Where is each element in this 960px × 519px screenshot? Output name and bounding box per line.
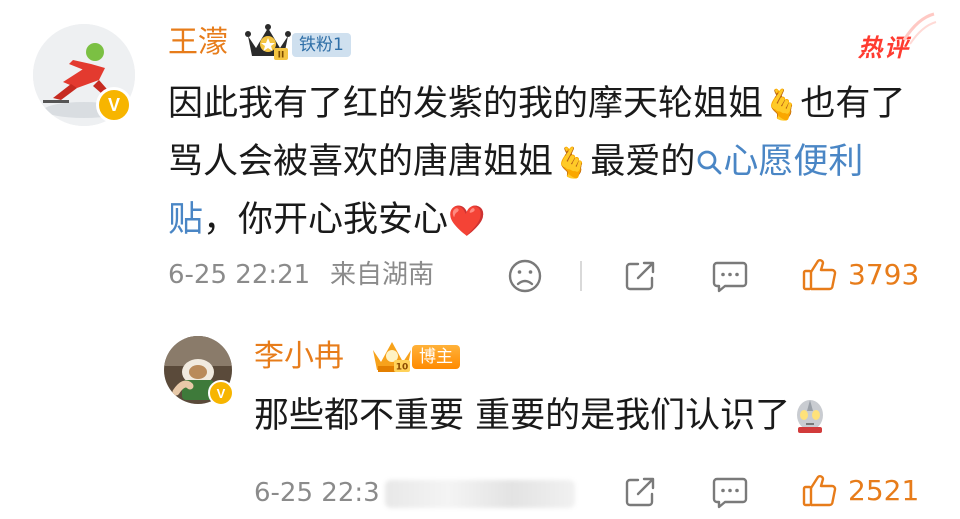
crown-level-text: II xyxy=(278,51,285,61)
comment-item: V 王濛 II 铁粉1 因此我有了红的发紫的我的摩天轮姐姐🫰也有了骂人会被喜欢的… xyxy=(0,0,960,310)
comment-text-part4: ，你开心我安心 xyxy=(203,200,449,240)
fan-level-badge: 铁粉1 xyxy=(292,33,351,57)
crown-level-icon: 10 xyxy=(370,336,414,376)
action-divider xyxy=(580,261,582,291)
reply-item: V 李小冉 10 博主 那些都不重要 重要的是我们认识了 6-25 22:3 2… xyxy=(0,320,960,519)
reply-date: 6-25 22:3 xyxy=(254,478,380,508)
red-heart-emoji-icon: ❤️ xyxy=(448,204,486,239)
thumbs-up-icon xyxy=(802,259,837,291)
finger-heart-emoji-icon: 🫰 xyxy=(763,88,801,123)
share-icon xyxy=(625,261,655,291)
share-button[interactable] xyxy=(620,256,660,296)
crown-level-icon: II xyxy=(244,22,292,62)
share-icon xyxy=(625,477,655,507)
replier-username[interactable]: 李小冉 xyxy=(254,340,344,374)
like-count: 2521 xyxy=(848,474,920,507)
comment-bubble-icon xyxy=(712,477,748,509)
reply-button[interactable] xyxy=(710,472,750,512)
verified-badge-icon: V xyxy=(208,380,234,406)
commenter-username[interactable]: 王濛 xyxy=(168,26,228,60)
share-button[interactable] xyxy=(620,472,660,512)
crown-level-text: 10 xyxy=(396,363,409,373)
comment-date: 6-25 22:21 xyxy=(168,260,311,290)
verified-badge-icon: V xyxy=(96,87,132,123)
finger-heart-emoji-icon: 🫰 xyxy=(553,146,591,181)
blogger-badge: 博主 xyxy=(412,345,460,369)
comment-bubble-icon xyxy=(712,261,748,293)
reply-location-blurred xyxy=(385,480,575,508)
comment-body: 因此我有了红的发紫的我的摩天轮姐姐🫰也有了骂人会被喜欢的唐唐姐姐🫰最爱的 心愿便利… xyxy=(168,76,928,250)
reply-body: 那些都不重要 重要的是我们认识了 xyxy=(254,388,934,450)
dislike-button[interactable] xyxy=(505,256,545,296)
like-button[interactable] xyxy=(800,254,840,294)
search-icon xyxy=(697,150,722,175)
reply-button[interactable] xyxy=(710,256,750,296)
comment-text-part3: 最爱的 xyxy=(590,142,696,182)
ultraman-emoji-icon xyxy=(792,394,828,450)
like-button[interactable] xyxy=(800,470,840,510)
comment-location: 来自湖南 xyxy=(330,260,435,290)
reply-text: 那些都不重要 重要的是我们认识了 xyxy=(254,396,791,436)
comment-text-part1: 因此我有了红的发紫的我的摩天轮姐姐 xyxy=(168,84,764,124)
sad-face-icon xyxy=(508,259,542,293)
thumbs-up-icon xyxy=(802,475,837,507)
like-count: 3793 xyxy=(848,258,920,291)
